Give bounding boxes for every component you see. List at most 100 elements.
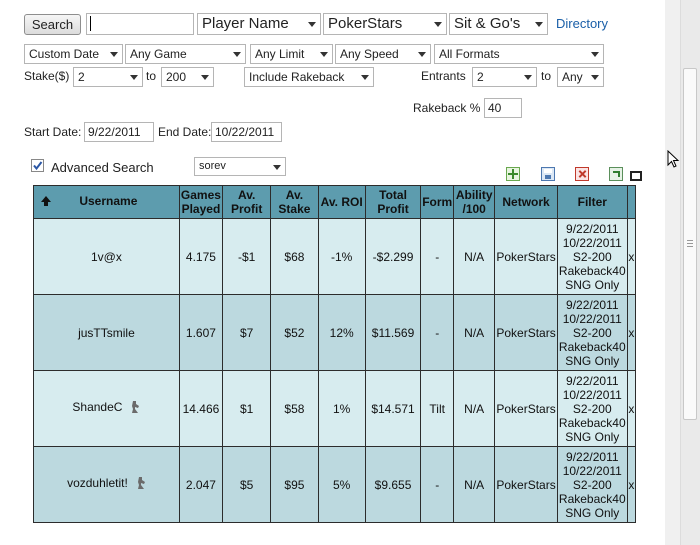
chevron-down-icon (591, 52, 599, 57)
username-cell: ShandeC (33, 370, 180, 447)
filter-line: 10/22/2011 (562, 311, 622, 326)
username-cell: jusTTsmile (33, 294, 180, 371)
filter-header: Filter (556, 185, 628, 219)
directory-link[interactable]: Directory (556, 16, 608, 31)
av-stake-cell: $52 (270, 294, 319, 371)
entrants-min-select[interactable]: 2 (472, 67, 537, 87)
av-roi-cell: 1% (317, 370, 366, 447)
username-cell: vozduhletit! (33, 446, 180, 523)
popout-icon[interactable] (630, 171, 642, 181)
start-date-input[interactable]: 9/22/2011 (84, 122, 154, 142)
filter-line: SNG Only (565, 505, 620, 520)
game-select[interactable]: Any Game (125, 44, 246, 64)
total-profit-cell: $14.571 (364, 370, 422, 447)
sort-value: sorev (199, 160, 226, 172)
games-played-header[interactable]: Games Played (178, 185, 224, 219)
total-profit-cell: $11.569 (364, 294, 422, 371)
network-header[interactable]: Network (494, 185, 558, 219)
results-table: Username Games Played Av. Profit Av. Sta… (33, 185, 637, 523)
ability-cell: N/A (453, 294, 496, 371)
network-cell: PokerStars (494, 370, 558, 447)
remove-header (626, 185, 637, 219)
chevron-down-icon (418, 52, 426, 57)
network-cell: PokerStars (494, 218, 558, 295)
table-row: vozduhletit! 2.047 $5 $95 5% $9.655- N/A PokerS… (33, 446, 637, 523)
entrants-min-value: 2 (477, 70, 484, 84)
filter-line: Rakeback40 (558, 339, 626, 354)
rakeback-option-select[interactable]: Include Rakeback (244, 67, 374, 87)
search-type-select[interactable]: Player Name (197, 13, 321, 35)
chevron-down-icon (233, 52, 241, 57)
av-roi-cell: -1% (317, 218, 366, 295)
total-profit-cell: $9.655 (364, 446, 422, 523)
form-cell: - (420, 218, 455, 295)
network-cell: PokerStars (494, 294, 558, 371)
network-select[interactable]: PokerStars (323, 13, 447, 35)
speed-select[interactable]: Any Speed (335, 44, 431, 64)
search-button[interactable]: Search (24, 14, 81, 35)
form-cell[interactable]: Tilt (420, 370, 455, 447)
scrollbar-grip (687, 240, 693, 248)
username-link[interactable]: ShandeC (72, 400, 122, 414)
remove-row-button[interactable]: x (626, 294, 637, 371)
ability-header[interactable]: Ability /100 (453, 185, 496, 219)
username-link[interactable]: jusTTsmile (78, 326, 135, 340)
username-header-label: Username (79, 194, 138, 209)
stake-min-select[interactable]: 2 (73, 67, 143, 87)
sort-arrow-up-icon[interactable] (40, 195, 54, 210)
filter-line: SNG Only (565, 353, 620, 368)
chevron-down-icon (535, 22, 543, 27)
total-profit-header[interactable]: Total Profit (364, 185, 422, 219)
form-cell: - (420, 446, 455, 523)
av-stake-header[interactable]: Av. Stake (270, 185, 319, 219)
chevron-down-icon (130, 75, 138, 80)
date-range-select[interactable]: Custom Date (24, 44, 123, 64)
filter-line: S2-200 (572, 249, 612, 264)
av-profit-header[interactable]: Av. Profit (222, 185, 272, 219)
filter-line: Rakeback40 (558, 415, 626, 430)
entrants-max-select[interactable]: Any (557, 67, 604, 87)
av-profit-cell: -$1 (222, 218, 272, 295)
remove-row-button[interactable]: x (626, 446, 637, 523)
format-select[interactable]: All Formats (434, 44, 604, 64)
save-icon[interactable] (541, 167, 555, 181)
chevron-down-icon (273, 165, 281, 170)
game-type-select[interactable]: Sit & Go's (449, 13, 548, 35)
sort-select[interactable]: sorev (194, 157, 286, 176)
search-input[interactable] (86, 13, 194, 35)
stake-label: Stake($) (24, 69, 70, 83)
filter-line: Rakeback40 (558, 491, 626, 506)
form-header[interactable]: Form (420, 185, 455, 219)
username-link[interactable]: vozduhletit! (67, 476, 128, 490)
end-date-input[interactable]: 10/22/2011 (211, 122, 282, 142)
add-player-icon[interactable] (506, 167, 520, 181)
entrants-label: Entrants (421, 69, 466, 83)
chevron-down-icon (320, 52, 328, 57)
filter-line: 10/22/2011 (562, 387, 622, 402)
limit-select[interactable]: Any Limit (250, 44, 333, 64)
stake-max-select[interactable]: 200 (161, 67, 214, 87)
filter-line: SNG Only (565, 277, 620, 292)
remove-row-button[interactable]: x (626, 370, 637, 447)
network-cell: PokerStars (494, 446, 558, 523)
player-avatar-icon (130, 400, 140, 417)
format-value: All Formats (439, 47, 500, 61)
chevron-down-icon (110, 52, 118, 57)
rakeback-percent-label: Rakeback % (413, 101, 481, 115)
games-played-cell: 1.607 (178, 294, 224, 371)
filter-line: Rakeback40 (558, 263, 626, 278)
username-header[interactable]: Username (33, 185, 180, 219)
filter-cell: 9/22/2011 10/22/2011 S2-200 Rakeback40 SNG O… (556, 370, 628, 447)
filter-cell: 9/22/2011 10/22/2011 S2-200 Rakeback40 SNG O… (556, 446, 628, 523)
total-profit-cell: -$2.299 (364, 218, 422, 295)
chevron-down-icon (308, 22, 316, 27)
advanced-search-checkbox[interactable] (31, 159, 44, 172)
username-link[interactable]: 1v@x (91, 250, 122, 264)
remove-row-button[interactable]: x (626, 218, 637, 295)
av-roi-header[interactable]: Av. ROI (317, 185, 366, 219)
form-cell: - (420, 294, 455, 371)
export-icon[interactable] (609, 167, 623, 181)
rakeback-percent-input[interactable]: 40 (484, 98, 522, 118)
delete-icon[interactable] (575, 167, 589, 181)
av-stake-cell: $58 (270, 370, 319, 447)
